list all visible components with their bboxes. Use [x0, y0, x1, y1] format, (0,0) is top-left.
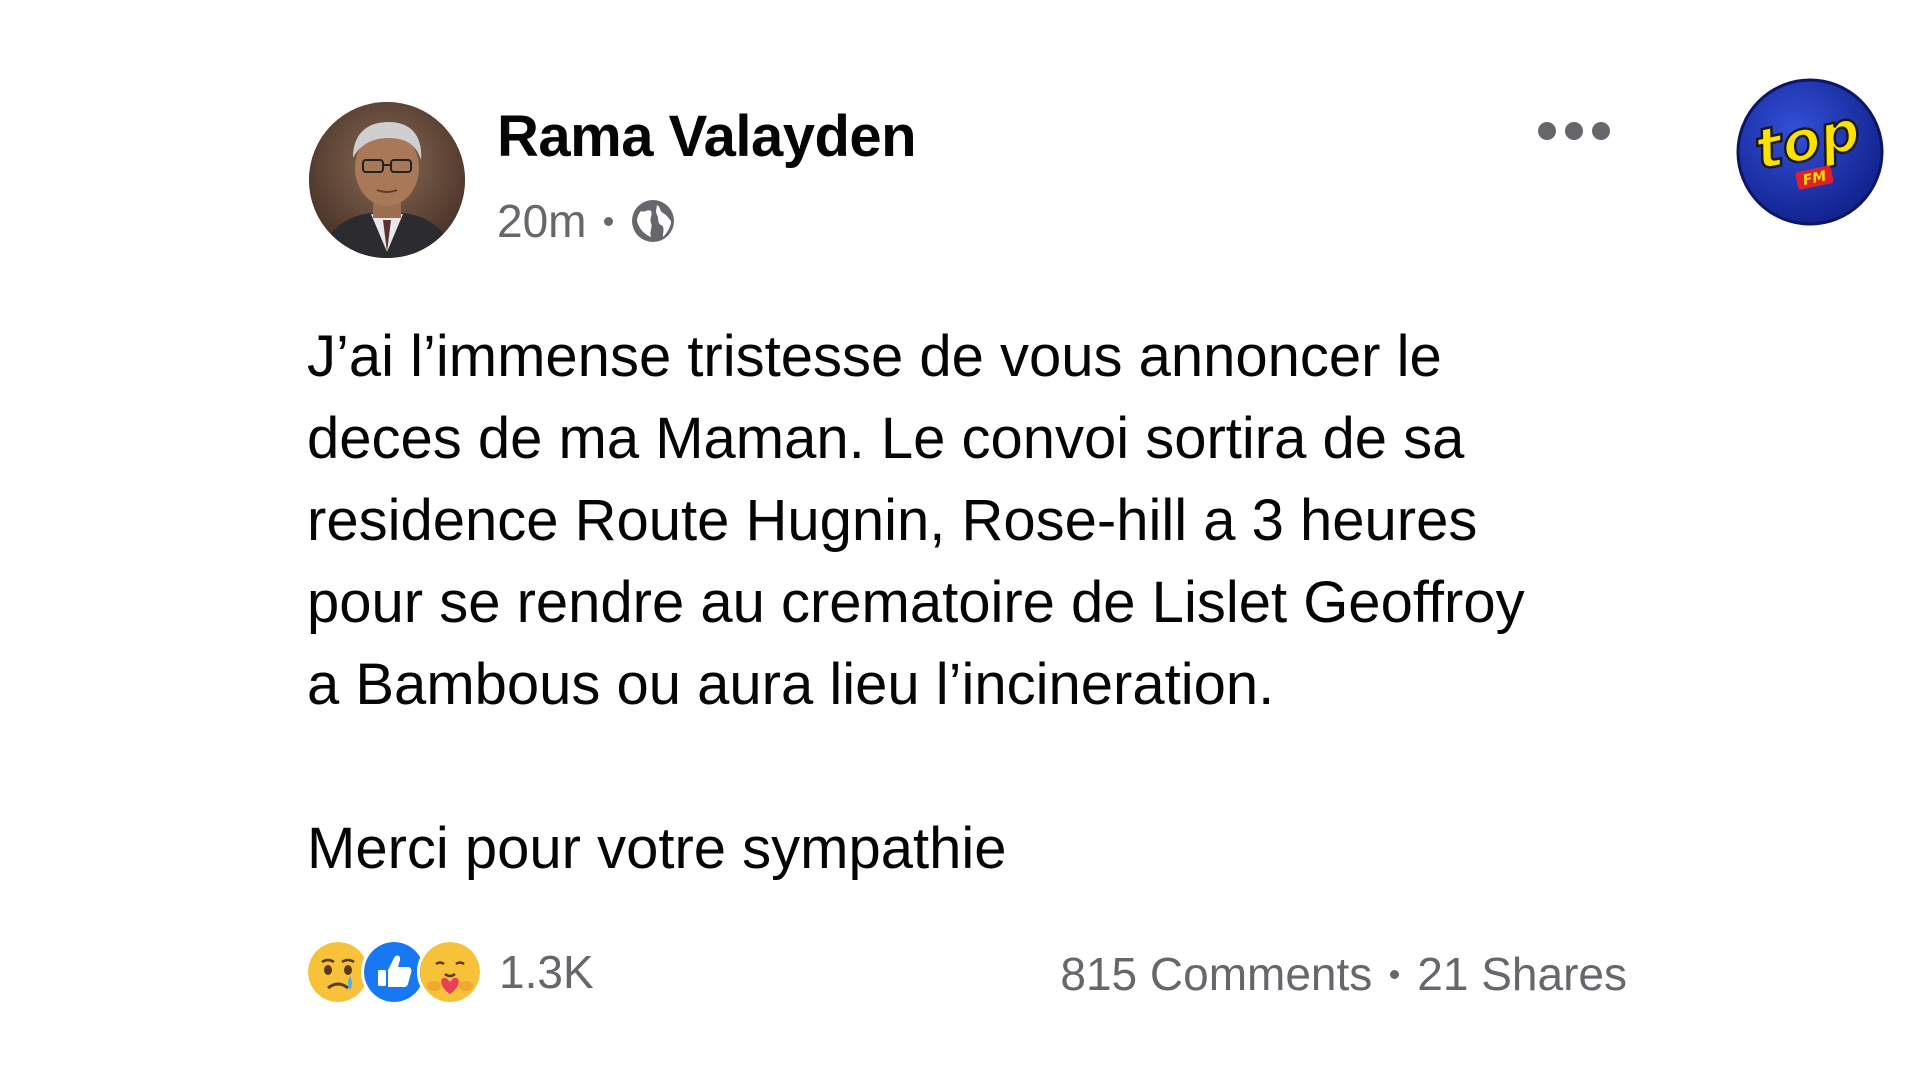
- post-body: J’ai l’immense tristesse de vous annonce…: [307, 316, 1667, 890]
- facebook-post-screenshot: Rama Valayden 20m top FM J’ai l’immense …: [0, 0, 1920, 1080]
- post-timestamp[interactable]: 20m: [497, 194, 586, 248]
- separator-dot: [1390, 969, 1400, 979]
- post-closing-line: Merci pour votre sympathie: [307, 816, 1007, 881]
- separator-dot: [604, 216, 614, 226]
- globe-icon[interactable]: [629, 197, 677, 245]
- post-line: a Bambous ou aura lieu l’incineration.: [307, 652, 1275, 717]
- reactions-summary[interactable]: 1.3K: [305, 939, 594, 1005]
- more-dots-icon: [1538, 122, 1556, 140]
- author-avatar[interactable]: [309, 102, 465, 258]
- top-fm-logo: top FM: [1735, 77, 1885, 227]
- care-reaction-icon: [417, 939, 483, 1005]
- comments-count-link[interactable]: 815 Comments: [1060, 947, 1372, 1001]
- post-line: J’ai l’immense tristesse de vous annonce…: [307, 324, 1442, 389]
- shares-count-link[interactable]: 21 Shares: [1417, 947, 1627, 1001]
- author-name[interactable]: Rama Valayden: [497, 103, 917, 170]
- more-dots-icon-dot: [1565, 122, 1583, 140]
- reaction-count[interactable]: 1.3K: [499, 945, 594, 999]
- engagement-stats: 815 Comments 21 Shares: [1060, 942, 1627, 1006]
- more-options-button[interactable]: [1538, 114, 1610, 148]
- post-meta: 20m: [497, 191, 677, 251]
- more-dots-icon-dot: [1592, 122, 1610, 140]
- post-line: pour se rendre au crematoire de Lislet G…: [307, 570, 1525, 635]
- post-line: deces de ma Maman. Le convoi sortira de …: [307, 406, 1465, 471]
- post-line: residence Route Hugnin, Rose-hill a 3 he…: [307, 488, 1478, 553]
